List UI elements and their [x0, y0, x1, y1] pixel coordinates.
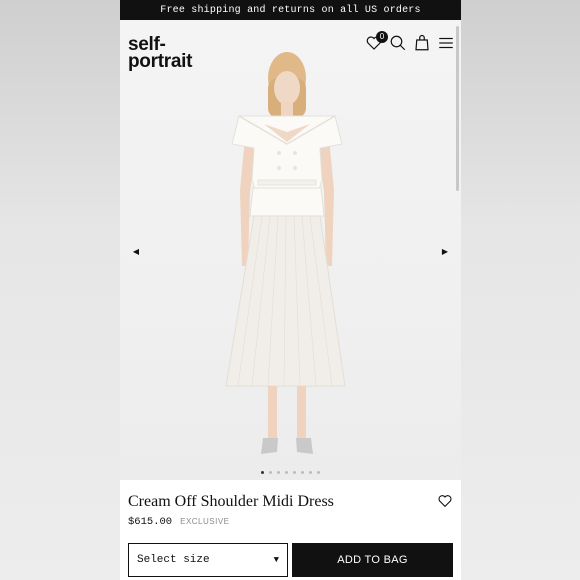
logo-line-2: portrait — [128, 51, 193, 72]
chevron-down-icon: ▼ — [273, 555, 279, 565]
search-button[interactable] — [389, 34, 407, 52]
add-to-wishlist-button[interactable] — [437, 493, 453, 509]
site-header: self- portrait 0 — [120, 20, 461, 80]
wishlist-button[interactable]: 0 — [365, 31, 388, 52]
header-actions: 0 — [365, 31, 455, 52]
product-gallery[interactable]: ◀ ▶ — [120, 20, 461, 480]
gallery-dot[interactable] — [301, 471, 304, 474]
search-icon — [390, 35, 406, 51]
brand-logo[interactable]: self- portrait — [128, 35, 193, 72]
heart-icon — [438, 495, 452, 508]
left-background — [0, 0, 120, 580]
right-background — [461, 0, 580, 580]
gallery-dot[interactable] — [309, 471, 312, 474]
gallery-dot[interactable] — [269, 471, 272, 474]
menu-button[interactable] — [437, 34, 455, 52]
bag-icon — [415, 34, 429, 51]
gallery-dot[interactable] — [285, 471, 288, 474]
exclusive-tag: EXCLUSIVE — [180, 517, 230, 526]
product-info: Cream Off Shoulder Midi Dress $615.00 EX… — [120, 480, 461, 580]
menu-icon — [439, 37, 453, 49]
mobile-page: Free shipping and returns on all US orde… — [120, 0, 461, 580]
gallery-dot[interactable] — [293, 471, 296, 474]
promo-banner[interactable]: Free shipping and returns on all US orde… — [120, 0, 461, 20]
size-select[interactable]: Select size ▼ — [128, 543, 288, 577]
size-select-label: Select size — [137, 554, 210, 566]
gallery-prev-arrow[interactable]: ◀ — [130, 246, 142, 258]
gallery-next-arrow[interactable]: ▶ — [439, 246, 451, 258]
promo-text: Free shipping and returns on all US orde… — [160, 4, 421, 16]
gallery-dot[interactable] — [261, 471, 264, 474]
gallery-pagination — [120, 471, 461, 474]
bag-button[interactable] — [413, 34, 431, 52]
add-to-bag-button[interactable]: ADD TO BAG — [292, 543, 453, 577]
product-image — [225, 52, 346, 454]
price-row: $615.00 EXCLUSIVE — [128, 516, 230, 528]
product-price: $615.00 — [128, 516, 173, 528]
product-title: Cream Off Shoulder Midi Dress — [128, 493, 334, 510]
gallery-dot[interactable] — [277, 471, 280, 474]
wishlist-count-badge: 0 — [376, 31, 388, 43]
gallery-dot[interactable] — [317, 471, 320, 474]
